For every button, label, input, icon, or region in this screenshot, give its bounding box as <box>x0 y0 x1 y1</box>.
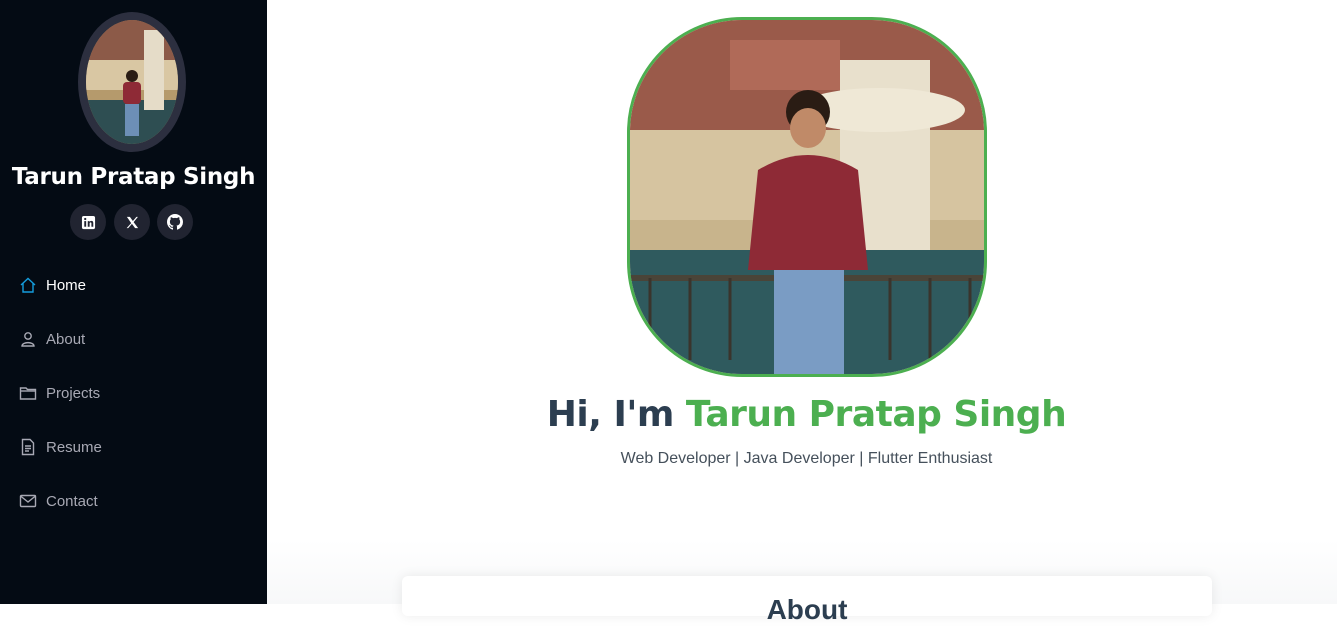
hero-subtitle: Web Developer | Java Developer | Flutter… <box>620 450 993 467</box>
home-icon <box>19 276 37 294</box>
about-card: About <box>402 576 1212 625</box>
hero-greeting: Hi, I'm <box>546 394 675 435</box>
x-twitter-button[interactable] <box>114 204 150 240</box>
nav-item-home[interactable]: Home <box>0 258 267 312</box>
nav-item-about[interactable]: About <box>0 312 267 366</box>
nav-label-about: About <box>46 330 86 348</box>
nav-item-contact[interactable]: Contact <box>0 474 267 528</box>
x-twitter-icon <box>126 216 138 228</box>
nav-item-projects[interactable]: Projects <box>0 366 267 420</box>
nav-label-home: Home <box>46 276 87 294</box>
sidebar-nav: Home About Projects Resume Contact <box>0 258 267 528</box>
nav-label-resume: Resume <box>46 438 102 456</box>
sidebar: Tarun Pratap Singh Home About Projects R… <box>0 0 267 604</box>
hero-photo <box>627 17 987 377</box>
about-section-title: About <box>766 594 848 625</box>
document-icon <box>19 438 37 456</box>
profile-avatar <box>78 12 186 152</box>
person-icon <box>19 330 37 348</box>
github-button[interactable] <box>157 204 193 240</box>
folder-icon <box>19 384 37 402</box>
nav-item-resume[interactable]: Resume <box>0 420 267 474</box>
main-content: Hi, I'm Tarun Pratap Singh Web Developer… <box>267 0 1337 625</box>
nav-label-contact: Contact <box>46 492 98 510</box>
profile-name: Tarun Pratap Singh <box>11 164 256 190</box>
linkedin-button[interactable] <box>70 204 106 240</box>
github-icon <box>167 214 183 230</box>
linkedin-icon <box>81 215 95 229</box>
hero-title: Hi, I'm Tarun Pratap Singh <box>267 394 1337 435</box>
nav-label-projects: Projects <box>46 384 101 402</box>
hero-name: Tarun Pratap Singh <box>685 394 1067 435</box>
envelope-icon <box>19 492 37 510</box>
